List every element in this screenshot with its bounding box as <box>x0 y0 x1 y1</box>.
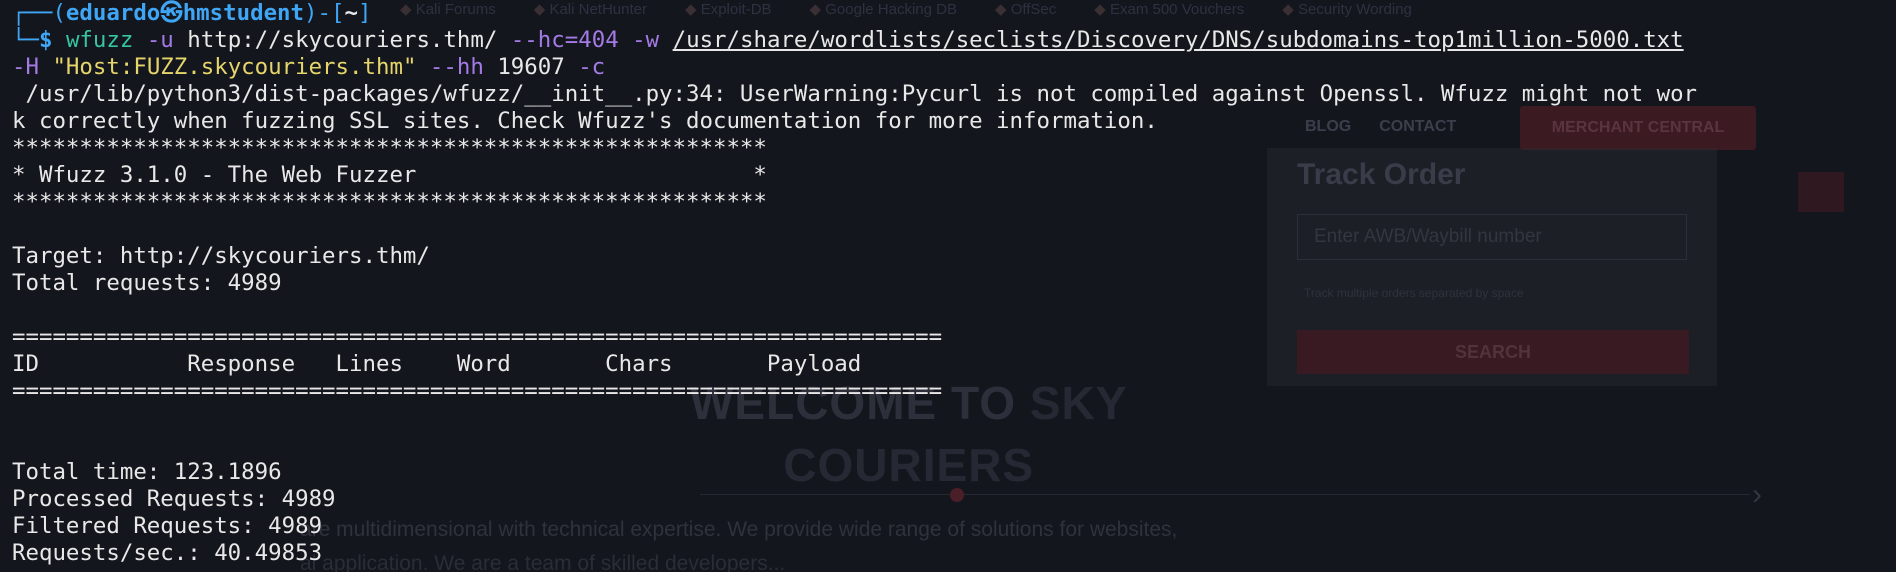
cmd-header-string: "Host:FUZZ.skycouriers.thm" <box>52 54 417 80</box>
command-line: └─$ wfuzz -u http://skycouriers.thm/ --h… <box>12 27 1896 54</box>
cmd-program: wfuzz <box>65 27 134 53</box>
terminal-output[interactable]: ┌──(eduardo㉿hmstudent)-[~] └─$ wfuzz -u … <box>0 0 1896 567</box>
prompt-at: ㉿ <box>160 0 183 26</box>
prompt-dollar: $ <box>38 27 53 53</box>
prompt-bracket-mid: )-[ <box>304 0 345 26</box>
banner-border: ****************************************… <box>12 135 767 161</box>
cmd-hh-value: 19607 <box>497 54 565 80</box>
prompt-host: hmstudent <box>182 0 305 26</box>
requests-per-sec-line: Requests/sec.: 40.49853 <box>12 540 323 566</box>
target-line: Target: http://skycouriers.thm/ <box>12 243 430 269</box>
total-requests-line: Total requests: 4989 <box>12 270 282 296</box>
cmd-opt-hh: --hh <box>429 54 484 80</box>
cmd-opt-c: -c <box>578 54 606 80</box>
warning-line: /usr/lib/python3/dist-packages/wfuzz/__i… <box>12 81 1698 107</box>
prompt-corner-bottom: └─ <box>12 27 39 53</box>
prompt-line: ┌──(eduardo㉿hmstudent)-[~] <box>12 0 1896 27</box>
cmd-opt-w: -w <box>632 27 660 53</box>
cmd-wordlist-path: /usr/share/wordlists/seclists/Discovery/… <box>672 27 1684 53</box>
total-time-line: Total time: 123.1896 <box>12 459 282 485</box>
banner-title: * Wfuzz 3.1.0 - The Web Fuzzer * <box>12 162 767 188</box>
prompt-corner-top: ┌──( <box>12 0 66 26</box>
cmd-opt-H: -H <box>12 54 39 80</box>
cmd-opt-hc: --hc=404 <box>510 27 619 53</box>
filtered-requests-line: Filtered Requests: 4989 <box>12 513 323 539</box>
cmd-url: http://skycouriers.thm/ <box>187 27 498 53</box>
warning-line: k correctly when fuzzing SSL sites. Chec… <box>12 108 1158 134</box>
prompt-cwd: ~ <box>344 0 358 26</box>
cmd-opt-u: -u <box>146 27 174 53</box>
command-line-wrap: -H "Host:FUZZ.skycouriers.thm" --hh 1960… <box>12 54 1896 81</box>
prompt-bracket-end: ] <box>357 0 372 26</box>
prompt-user: eduardo <box>65 0 161 26</box>
processed-requests-line: Processed Requests: 4989 <box>12 486 336 512</box>
table-border: ========================================… <box>12 324 943 350</box>
table-header: ID Response Lines Word Chars Payload <box>12 351 862 377</box>
table-border: ========================================… <box>12 378 943 404</box>
banner-border: ****************************************… <box>12 189 767 215</box>
